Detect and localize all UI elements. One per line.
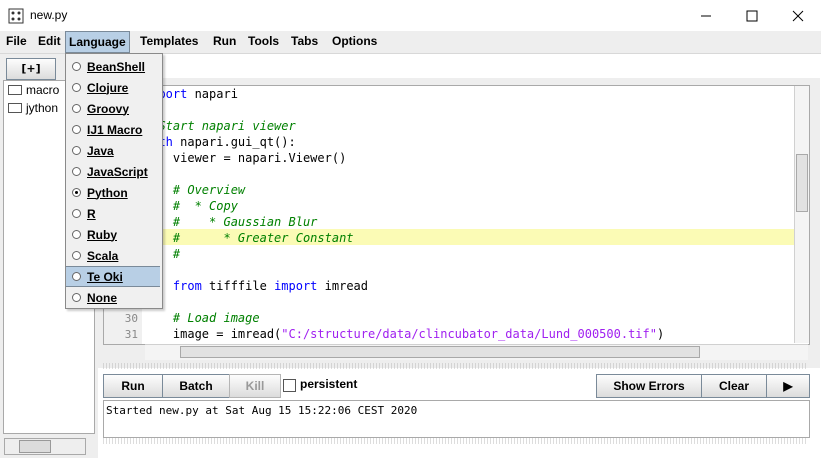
code-line: viewer = napari.Viewer() <box>144 151 347 165</box>
language-item-r[interactable]: R <box>66 203 160 224</box>
title-bar: new.py <box>0 0 821 31</box>
folder-icon <box>8 103 22 113</box>
radio-icon <box>72 230 81 239</box>
line-number: 30 <box>124 312 138 325</box>
menu-tools[interactable]: Tools <box>248 34 279 48</box>
console-output: Started new.py at Sat Aug 15 15:22:06 CE… <box>106 404 418 417</box>
language-item-label: None <box>87 290 117 305</box>
editor-horizontal-scrollbar[interactable] <box>145 344 808 360</box>
kill-button[interactable]: Kill <box>229 374 281 398</box>
radio-icon <box>72 167 81 176</box>
maximize-icon <box>746 10 758 21</box>
language-item-label: Java <box>87 143 114 158</box>
menu-bar: File Edit Language Templates Run Tools T… <box>0 31 821 54</box>
code-line: # Start napari viewer <box>144 119 296 133</box>
play-button[interactable]: ▶ <box>766 374 810 398</box>
language-item-label: Clojure <box>87 80 129 95</box>
language-item-label: R <box>87 206 96 221</box>
persistent-label: persistent <box>300 377 358 391</box>
tree-item-macro[interactable]: macro <box>8 83 59 97</box>
persistent-checkbox[interactable] <box>283 379 296 392</box>
show-errors-button[interactable]: Show Errors <box>596 374 702 398</box>
splitter-handle[interactable] <box>103 363 808 369</box>
app-icon <box>8 8 24 24</box>
menu-run[interactable]: Run <box>213 34 236 48</box>
menu-file[interactable]: File <box>6 34 27 48</box>
code-line: # * Gaussian Blur <box>144 215 318 229</box>
radio-icon <box>72 83 81 92</box>
language-item-ruby[interactable]: Ruby <box>66 224 160 245</box>
code-line: # Load image <box>144 311 260 325</box>
menu-options[interactable]: Options <box>332 34 377 48</box>
close-icon <box>792 10 804 21</box>
editor-vertical-scrollbar[interactable] <box>794 86 809 343</box>
run-button[interactable]: Run <box>103 374 163 398</box>
line-number: 31 <box>124 328 138 341</box>
minimize-button[interactable] <box>683 0 729 31</box>
language-item-label: Te Oki <box>87 269 123 284</box>
menu-tabs[interactable]: Tabs <box>291 34 318 48</box>
output-console[interactable]: Started new.py at Sat Aug 15 15:22:06 CE… <box>103 400 810 438</box>
language-item-scala[interactable]: Scala <box>66 245 160 266</box>
run-controls: Run Batch Kill persistent Show Errors Cl… <box>103 374 810 398</box>
radio-icon <box>72 209 81 218</box>
radio-icon <box>72 251 81 260</box>
code-line: # * Greater Constant <box>144 231 354 245</box>
radio-icon <box>72 125 81 134</box>
menu-edit[interactable]: Edit <box>38 34 61 48</box>
language-item-label: Ruby <box>87 227 117 242</box>
language-item-groovy[interactable]: Groovy <box>66 98 160 119</box>
language-item-te-oki[interactable]: Te Oki <box>66 266 160 287</box>
tree-item-label: macro <box>26 83 60 97</box>
tree-item-label: jython <box>26 101 59 115</box>
language-item-beanshell[interactable]: BeanShell <box>66 56 160 77</box>
menu-templates[interactable]: Templates <box>140 34 198 48</box>
code-editor[interactable]: import napari# Start napari viewerwith n… <box>103 85 810 345</box>
language-item-javascript[interactable]: JavaScript <box>66 161 160 182</box>
radio-icon <box>72 104 81 113</box>
language-item-label: IJ1 Macro <box>87 122 143 137</box>
language-item-clojure[interactable]: Clojure <box>66 77 160 98</box>
tree-horizontal-scrollbar[interactable] <box>4 438 86 455</box>
tree-scroll-thumb[interactable] <box>19 440 51 453</box>
code-line: with napari.gui_qt(): <box>144 135 296 149</box>
language-item-label: Python <box>87 185 128 200</box>
language-item-label: JavaScript <box>87 164 148 179</box>
code-line: image = imread("C:/structure/data/clincu… <box>144 327 665 341</box>
maximize-button[interactable] <box>729 0 775 31</box>
window-title: new.py <box>30 8 68 22</box>
menu-language[interactable]: Language <box>65 31 130 53</box>
horizontal-scroll-thumb[interactable] <box>180 346 700 358</box>
language-item-ij1-macro[interactable]: IJ1 Macro <box>66 119 160 140</box>
radio-icon <box>72 188 81 197</box>
tree-item-jython[interactable]: jython <box>8 101 58 115</box>
language-item-label: Scala <box>87 248 119 263</box>
folder-icon <box>8 85 22 95</box>
vertical-scroll-thumb[interactable] <box>796 154 808 212</box>
language-item-java[interactable]: Java <box>66 140 160 161</box>
radio-icon <box>72 272 81 281</box>
language-item-none[interactable]: None <box>66 287 160 308</box>
language-item-python[interactable]: Python <box>66 182 160 203</box>
code-line: from tifffile import imread <box>172 279 368 293</box>
batch-button[interactable]: Batch <box>162 374 230 398</box>
minimize-icon <box>701 15 711 16</box>
bottom-resize-handle[interactable] <box>103 438 808 444</box>
language-menu: BeanShell Clojure Groovy IJ1 Macro Java JavaS… <box>65 53 163 309</box>
radio-icon <box>72 293 81 302</box>
clear-button[interactable]: Clear <box>701 374 767 398</box>
new-tab-button[interactable]: [+] <box>6 58 56 80</box>
language-item-label: BeanShell <box>87 59 146 74</box>
radio-icon <box>72 62 81 71</box>
close-button[interactable] <box>775 0 821 31</box>
radio-icon <box>72 146 81 155</box>
language-item-label: Groovy <box>87 101 130 116</box>
